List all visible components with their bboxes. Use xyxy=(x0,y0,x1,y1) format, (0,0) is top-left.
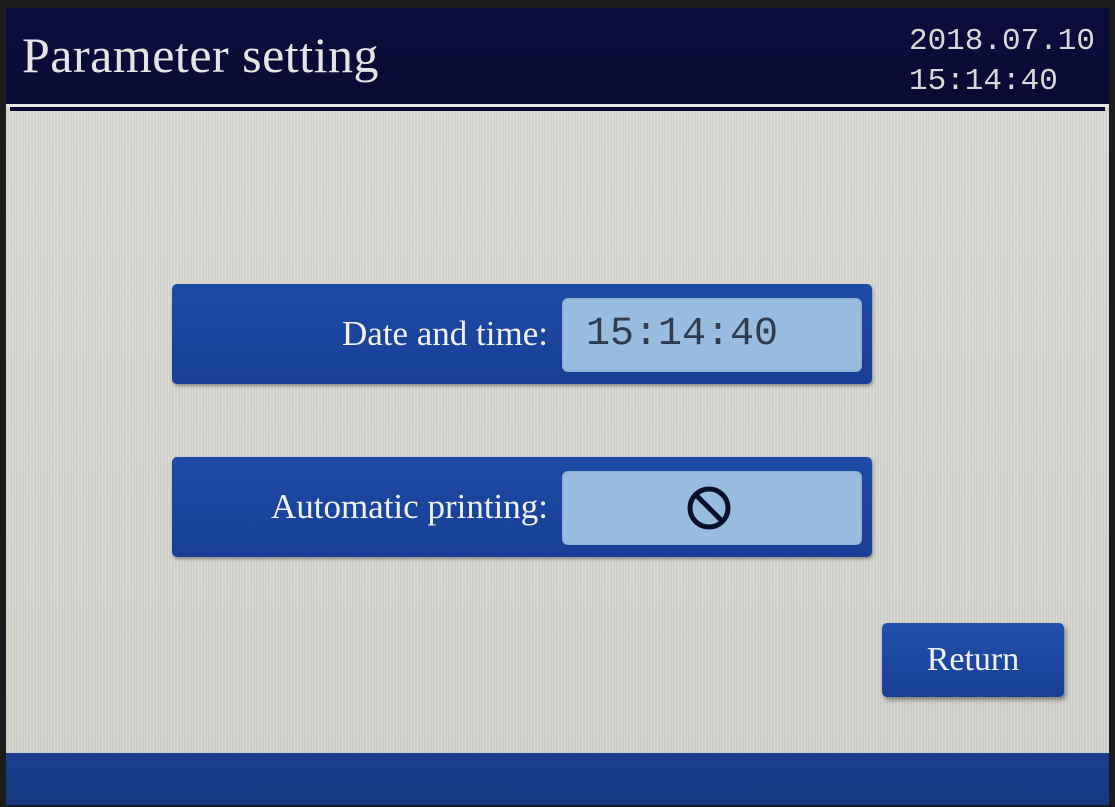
prohibited-icon xyxy=(687,486,731,530)
automatic-printing-row: Automatic printing: xyxy=(172,457,872,557)
date-time-row: Date and time: 15:14:40 xyxy=(172,284,872,384)
automatic-printing-toggle[interactable] xyxy=(562,471,862,545)
footer-bar xyxy=(6,753,1109,805)
return-button[interactable]: Return xyxy=(882,623,1064,697)
clock-display: 2018.07.10 15:14:40 xyxy=(909,22,1095,102)
clock-date: 2018.07.10 xyxy=(908,24,1095,59)
date-time-label: Date and time: xyxy=(341,314,548,353)
date-time-value: 15:14:40 xyxy=(586,312,779,357)
date-time-input[interactable]: 15:14:40 xyxy=(562,298,862,372)
clock-time: 15:14:40 xyxy=(908,64,1058,99)
page-title: Parameter setting xyxy=(22,27,379,83)
automatic-printing-label: Automatic printing: xyxy=(270,487,548,526)
hmi-screen: Parameter setting 2018.07.10 15:14:40 Da… xyxy=(6,8,1109,805)
header-bar: Parameter setting 2018.07.10 15:14:40 xyxy=(6,8,1109,107)
